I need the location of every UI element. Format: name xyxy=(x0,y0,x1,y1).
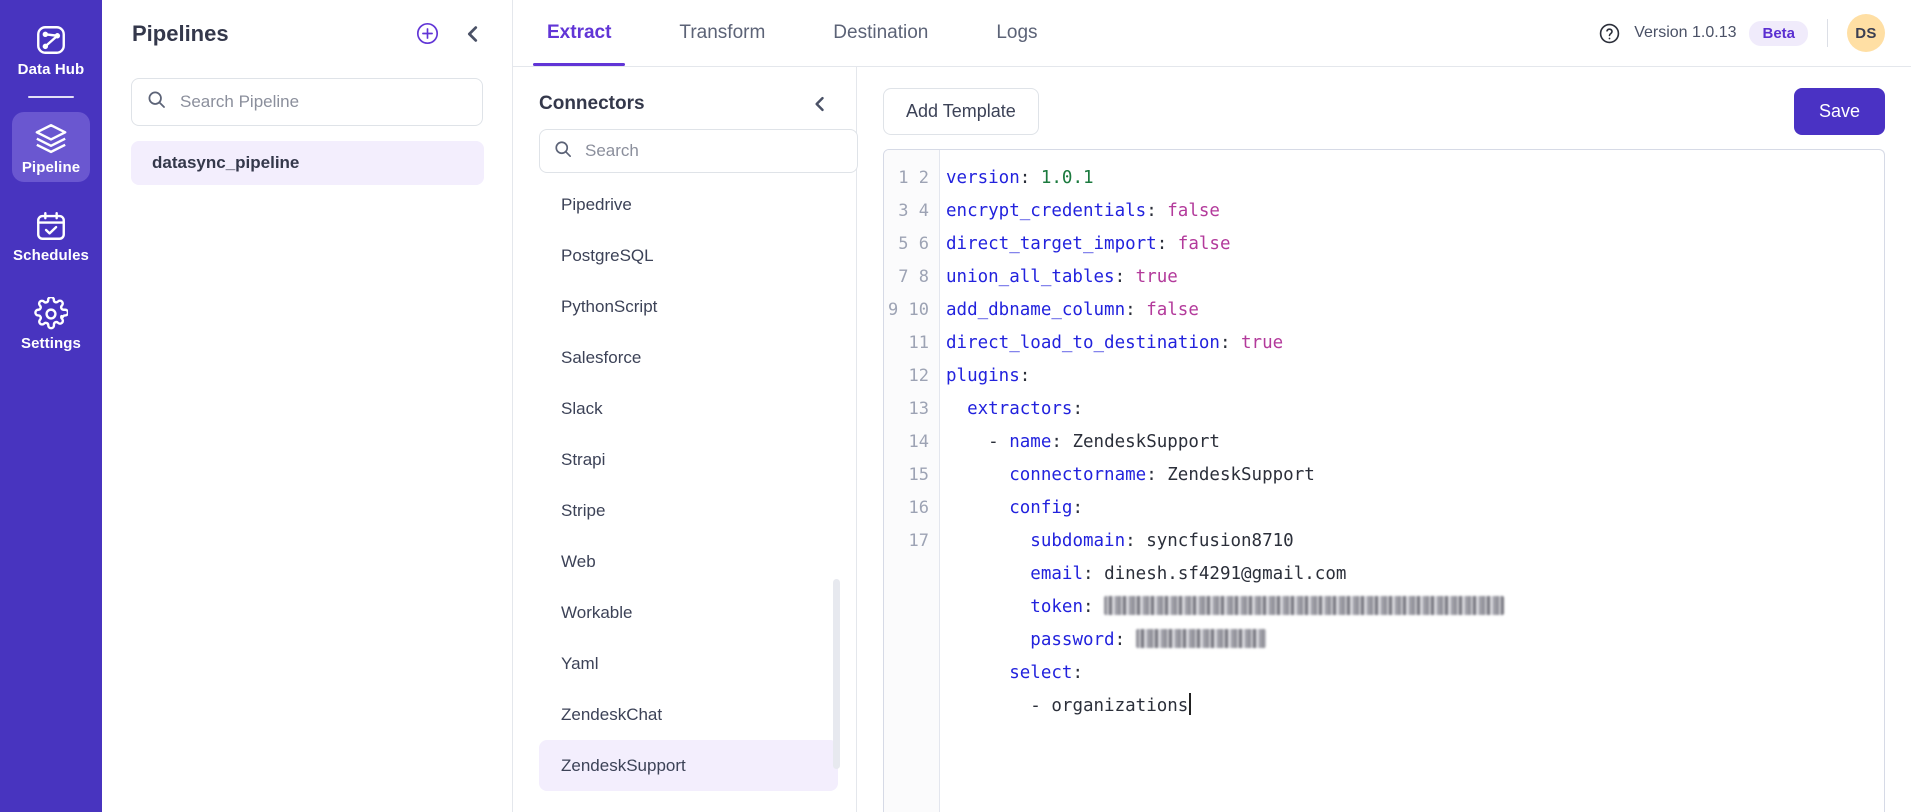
connector-label: ZendeskSupport xyxy=(561,755,686,775)
connectors-title: Connectors xyxy=(539,93,645,114)
layers-icon xyxy=(34,121,68,155)
search-icon xyxy=(146,89,167,115)
connector-list-item[interactable]: Slack xyxy=(539,383,838,434)
yaml-editor-area: Add Template Save 1 2 3 4 5 6 7 8 9 10 1… xyxy=(857,67,1911,812)
connector-list-item[interactable]: PostgreSQL xyxy=(539,230,838,281)
data-hub-icon xyxy=(34,23,68,57)
tab-label: Extract xyxy=(547,22,612,43)
connector-list-scrollbar[interactable] xyxy=(833,579,840,769)
connector-label: Salesforce xyxy=(561,347,642,367)
sidebar-item-label: Settings xyxy=(21,335,81,352)
line-number-gutter: 1 2 3 4 5 6 7 8 9 10 11 12 13 14 15 16 1… xyxy=(884,150,940,812)
pipeline-search-box[interactable] xyxy=(131,78,483,126)
avatar[interactable]: DS xyxy=(1847,14,1885,52)
plus-circle-icon[interactable] xyxy=(415,21,440,46)
tab-transform[interactable]: Transform xyxy=(645,0,799,66)
connector-list-item[interactable]: Salesforce xyxy=(539,332,838,383)
pipeline-list-item[interactable]: datasync_pipeline xyxy=(131,141,484,185)
connector-label: PostgreSQL xyxy=(561,245,654,265)
sidebar-item-schedules[interactable]: Schedules xyxy=(12,200,90,270)
connector-list-item[interactable]: Workable xyxy=(539,587,838,638)
chevron-left-icon[interactable] xyxy=(810,94,830,114)
connector-label: Workable xyxy=(561,602,633,622)
code-content[interactable]: version: 1.0.1 encrypt_credentials: fals… xyxy=(940,150,1884,812)
connectors-panel: Connectors Search Pipedrive PostgreSQL P… xyxy=(513,67,858,812)
add-template-button[interactable]: Add Template xyxy=(883,87,1039,135)
search-input[interactable] xyxy=(180,92,468,112)
editor-toolbar: Add Template Save xyxy=(883,85,1885,137)
search-input[interactable] xyxy=(585,141,844,161)
connector-list-item[interactable]: Yaml xyxy=(539,638,838,689)
tab-logs[interactable]: Logs xyxy=(962,0,1071,66)
sidebar-item-settings[interactable]: Settings xyxy=(12,288,90,358)
help-circle-icon[interactable] xyxy=(1598,22,1621,45)
tab-bar: Extract Transform Destination Logs Versi… xyxy=(513,0,1911,67)
tab-extract[interactable]: Extract xyxy=(513,0,645,66)
main-content: Extract Transform Destination Logs Versi… xyxy=(513,0,1911,812)
sidebar-item-label: Schedules xyxy=(13,247,89,264)
page-title: Pipelines xyxy=(132,20,229,46)
extract-body: Connectors Search Pipedrive PostgreSQL P… xyxy=(513,67,1911,812)
tab-label: Destination xyxy=(833,22,929,43)
connector-list-item-selected[interactable]: ZendeskSupport xyxy=(539,740,838,791)
calendar-check-icon xyxy=(34,209,68,243)
chevron-left-icon[interactable] xyxy=(462,23,484,45)
connector-label: Strapi xyxy=(561,449,606,469)
version-label: Version 1.0.13 xyxy=(1634,24,1737,41)
tab-label: Logs xyxy=(996,22,1038,43)
sidebar-item-label: Pipeline xyxy=(21,159,81,176)
sidebar-item-data-hub[interactable]: Data Hub xyxy=(12,14,90,84)
save-button[interactable]: Save xyxy=(1793,87,1885,135)
connector-label: Web xyxy=(561,551,596,571)
connector-search-box[interactable] xyxy=(539,129,858,173)
rail-divider xyxy=(28,96,74,98)
connector-label: PythonScript xyxy=(561,296,658,316)
tab-destination[interactable]: Destination xyxy=(799,0,962,66)
connector-list-item[interactable]: Pipedrive xyxy=(539,179,838,230)
status-badge: Beta xyxy=(1749,20,1808,46)
connector-list-item[interactable]: ZendeskChat xyxy=(539,689,838,740)
pipeline-name: datasync_pipeline xyxy=(152,153,300,172)
connector-label: ZendeskChat xyxy=(561,704,663,724)
sidebar-item-label: Data Hub xyxy=(17,61,85,78)
connectors-header: Connectors xyxy=(513,67,856,119)
code-editor[interactable]: 1 2 3 4 5 6 7 8 9 10 11 12 13 14 15 16 1… xyxy=(883,149,1885,812)
primary-nav-rail: Data Hub Pipeline Schedules Settings xyxy=(0,0,102,812)
pipelines-panel: Pipelines Search Pipeline datasync_pipel… xyxy=(102,0,513,812)
tab-label: Transform xyxy=(679,22,766,43)
header-actions: Version 1.0.13 Beta DS xyxy=(1598,0,1911,66)
sidebar-item-pipeline[interactable]: Pipeline xyxy=(12,112,90,182)
connector-label: Yaml xyxy=(561,653,599,673)
connector-list-item[interactable]: Stripe xyxy=(539,485,838,536)
connector-label: Pipedrive xyxy=(561,194,632,214)
app-root: Data Hub Pipeline Schedules Settings Pip… xyxy=(0,0,1911,812)
tabs-group: Extract Transform Destination Logs xyxy=(513,0,1072,66)
connector-label: Stripe xyxy=(561,500,606,520)
connector-list-item[interactable]: PythonScript xyxy=(539,281,838,332)
connector-list-item[interactable]: Web xyxy=(539,536,838,587)
connector-list[interactable]: Pipedrive PostgreSQL PythonScript Salesf… xyxy=(513,179,856,812)
connector-label: Slack xyxy=(561,398,603,418)
gear-icon xyxy=(34,297,68,331)
search-icon xyxy=(553,139,573,164)
pipelines-header: Pipelines xyxy=(102,0,512,67)
connector-list-item[interactable]: Strapi xyxy=(539,434,838,485)
header-divider xyxy=(1827,19,1828,47)
